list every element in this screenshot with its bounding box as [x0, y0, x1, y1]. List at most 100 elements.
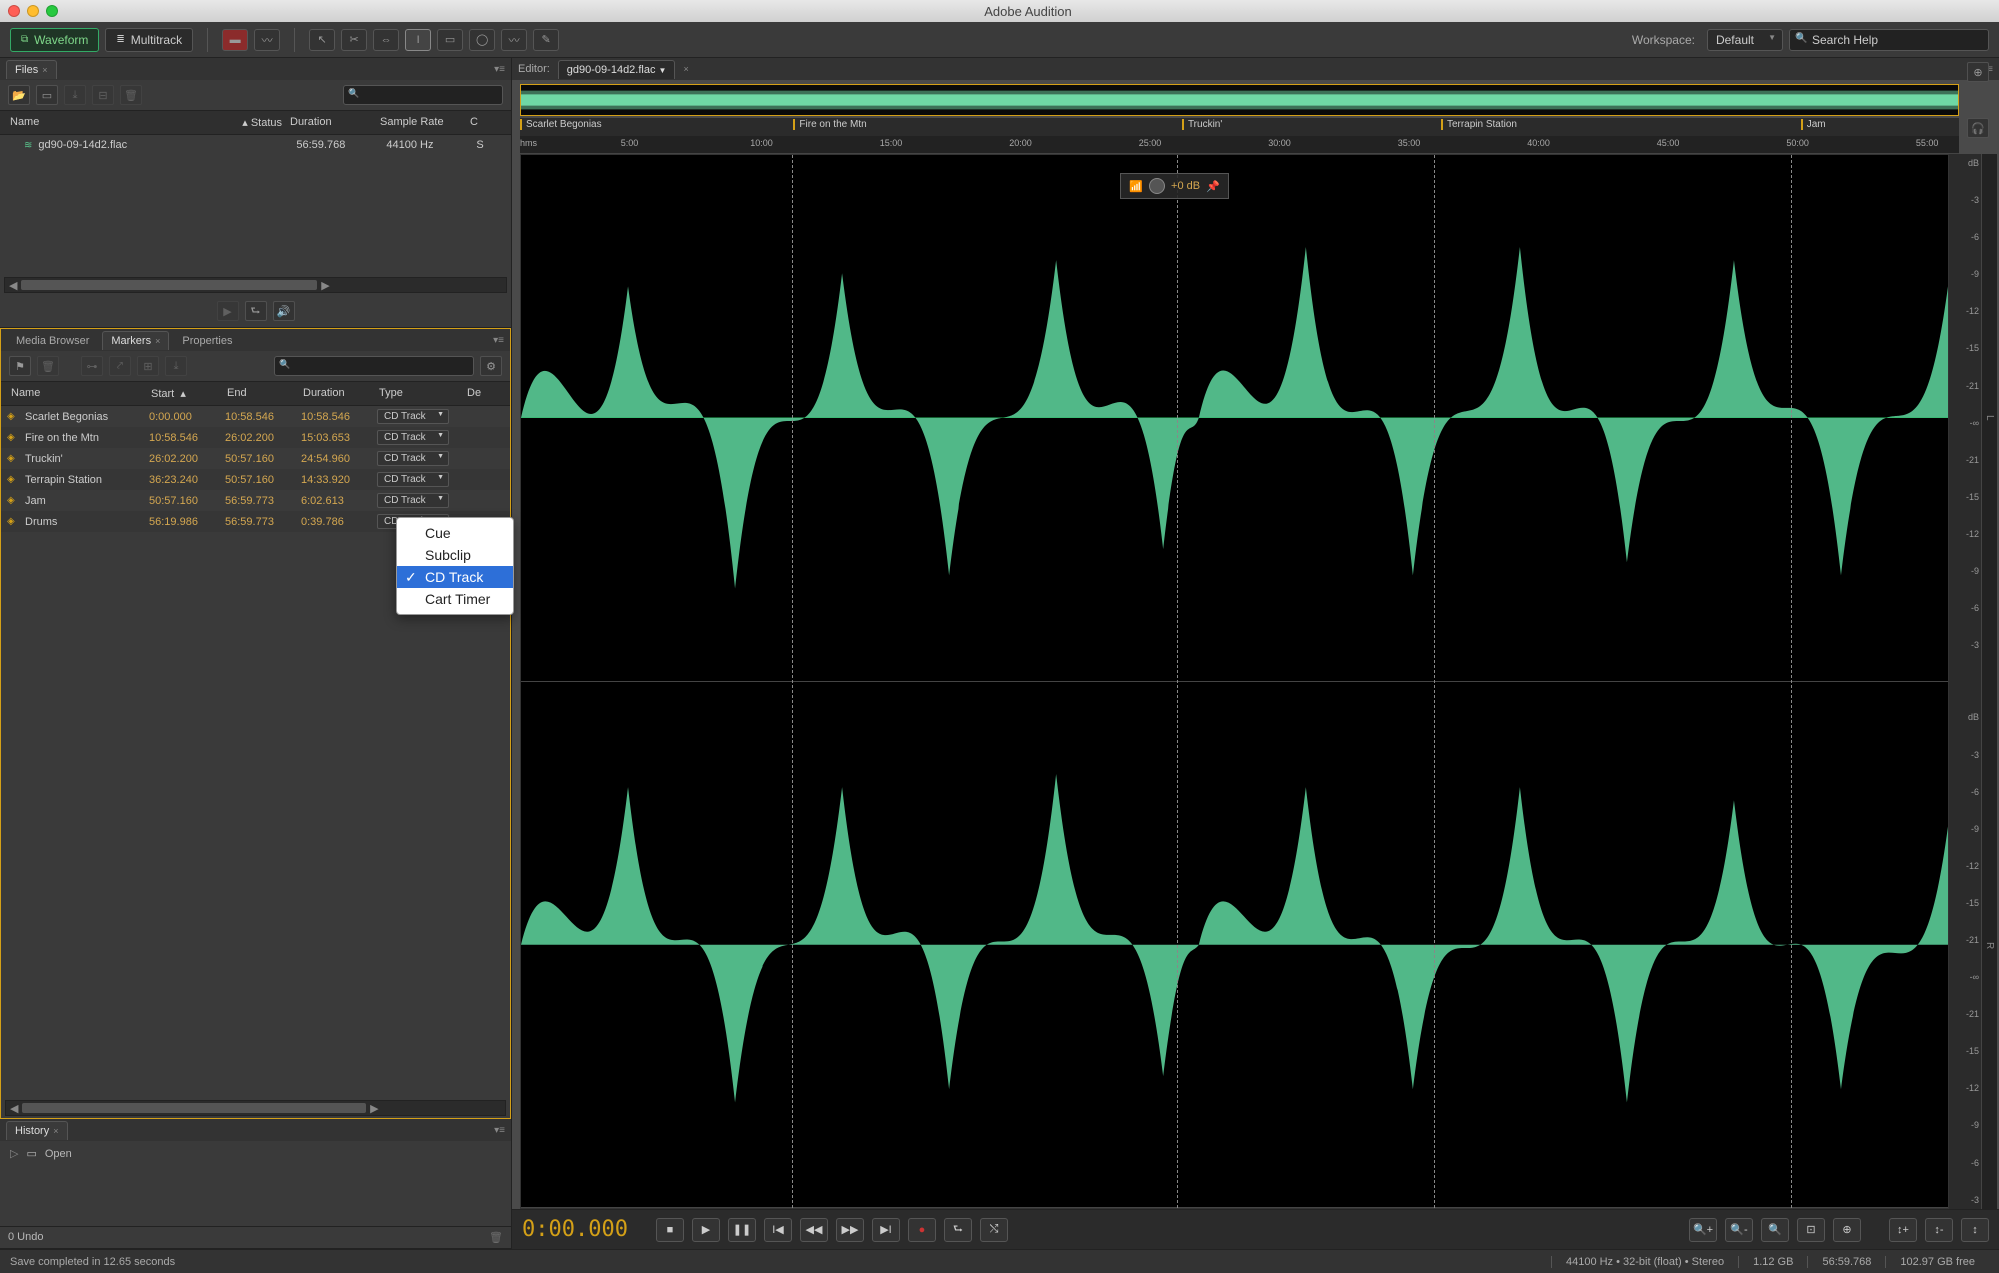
- tab-history[interactable]: History×: [6, 1121, 68, 1140]
- gain-hud[interactable]: 📶 +0 dB 📌: [1120, 173, 1228, 199]
- close-file-icon[interactable]: ⊟: [92, 85, 114, 105]
- zoom-selection-icon[interactable]: ⊡: [1797, 1218, 1825, 1242]
- timecode-display[interactable]: 0:00.000: [522, 1217, 628, 1242]
- play-button[interactable]: ▶: [692, 1218, 720, 1242]
- export-markers-icon[interactable]: ⤤: [109, 356, 131, 376]
- zoom-in-point-icon[interactable]: ⊕: [1833, 1218, 1861, 1242]
- help-search-input[interactable]: Search Help: [1789, 29, 1989, 51]
- waveform-overview[interactable]: [520, 84, 1959, 116]
- files-column-headers[interactable]: Name ▴ Status Duration Sample Rate C: [0, 110, 511, 135]
- editor-file-tab[interactable]: gd90-09-14d2.flac ▼: [558, 60, 676, 79]
- close-tab-icon[interactable]: ×: [53, 1126, 58, 1136]
- marker-row[interactable]: ◈ Scarlet Begonias 0:00.000 10:58.546 10…: [1, 406, 510, 427]
- rewind-button[interactable]: ◀◀: [800, 1218, 828, 1242]
- marker-type-dropdown[interactable]: CD Track: [377, 451, 449, 466]
- move-tool-icon[interactable]: ↖: [309, 29, 335, 51]
- zoom-reset-icon[interactable]: 🔍: [1761, 1218, 1789, 1242]
- goto-end-button[interactable]: ▶I: [872, 1218, 900, 1242]
- marker-row[interactable]: ◈ Terrapin Station 36:23.240 50:57.160 1…: [1, 469, 510, 490]
- marker-tag[interactable]: Jam: [1801, 119, 1830, 130]
- auto-play-icon[interactable]: ⮑: [245, 301, 267, 321]
- tab-files[interactable]: Files×: [6, 60, 57, 79]
- marker-tag[interactable]: Terrapin Station: [1441, 119, 1521, 130]
- markers-column-headers[interactable]: Name Start ▴ End Duration Type De: [1, 381, 510, 406]
- marker-row[interactable]: ◈ Truckin' 26:02.200 50:57.160 24:54.960…: [1, 448, 510, 469]
- preview-play-icon[interactable]: ▶: [217, 301, 239, 321]
- waveform-view-button[interactable]: ⧉Waveform: [10, 28, 99, 52]
- popup-item-cue[interactable]: Cue: [397, 522, 513, 544]
- delete-icon[interactable]: 🗑: [120, 85, 142, 105]
- razor-tool-icon[interactable]: ✂: [341, 29, 367, 51]
- minimize-window-icon[interactable]: [27, 5, 39, 17]
- waveform-display[interactable]: 📶 +0 dB 📌: [520, 154, 1949, 1209]
- new-file-icon[interactable]: ▭: [36, 85, 58, 105]
- stop-button[interactable]: ■: [656, 1218, 684, 1242]
- marker-tag[interactable]: Scarlet Begonias: [520, 119, 606, 130]
- export-audio-icon[interactable]: ⤓: [165, 356, 187, 376]
- goto-start-button[interactable]: I◀: [764, 1218, 792, 1242]
- skip-selection-button[interactable]: ⤭: [980, 1218, 1008, 1242]
- spectral-frequency-icon[interactable]: ▬: [222, 29, 248, 51]
- zoom-in-amp-icon[interactable]: ↕+: [1889, 1218, 1917, 1242]
- marker-type-dropdown[interactable]: CD Track: [377, 472, 449, 487]
- close-tab-icon[interactable]: ×: [42, 65, 47, 75]
- multitrack-view-button[interactable]: ≣Multitrack: [105, 28, 193, 52]
- pause-button[interactable]: ❚❚: [728, 1218, 756, 1242]
- time-selection-tool-icon[interactable]: I: [405, 29, 431, 51]
- popup-item-cd-track[interactable]: CD Track: [397, 566, 513, 588]
- panel-menu-icon[interactable]: ▾≡: [494, 1125, 505, 1136]
- marquee-tool-icon[interactable]: ▭: [437, 29, 463, 51]
- popup-item-subclip[interactable]: Subclip: [397, 544, 513, 566]
- healing-brush-icon[interactable]: ✎: [533, 29, 559, 51]
- forward-button[interactable]: ▶▶: [836, 1218, 864, 1242]
- zoom-out-amp-icon[interactable]: ↕-: [1925, 1218, 1953, 1242]
- workspace-dropdown[interactable]: Default: [1707, 29, 1783, 51]
- marker-row[interactable]: ◈ Fire on the Mtn 10:58.546 26:02.200 15…: [1, 427, 510, 448]
- loop-button[interactable]: ⮑: [944, 1218, 972, 1242]
- file-row[interactable]: ≋ gd90-09-14d2.flac 56:59.768 44100 Hz S: [0, 135, 511, 155]
- trash-icon[interactable]: 🗑: [489, 1231, 503, 1244]
- marker-track[interactable]: Scarlet Begonias Fire on the Mtn Truckin…: [520, 118, 1959, 136]
- record-button[interactable]: ●: [908, 1218, 936, 1242]
- panel-menu-icon[interactable]: ▾≡: [493, 335, 504, 346]
- dropdown-icon[interactable]: ▼: [659, 66, 667, 75]
- time-ruler[interactable]: hms 5:00 10:00 15:00 20:00 25:00 30:00 3…: [520, 136, 1959, 154]
- marker-tag[interactable]: Truckin': [1182, 119, 1226, 130]
- open-file-icon[interactable]: 📂: [8, 85, 30, 105]
- history-item[interactable]: ▷ ▭ Open: [10, 1147, 501, 1160]
- close-window-icon[interactable]: [8, 5, 20, 17]
- markers-settings-icon[interactable]: ⚙: [480, 356, 502, 376]
- pin-icon[interactable]: 📌: [1206, 180, 1220, 193]
- lasso-tool-icon[interactable]: ◯: [469, 29, 495, 51]
- channel-left-label[interactable]: L: [1981, 154, 1997, 682]
- marker-tag[interactable]: Fire on the Mtn: [793, 119, 870, 130]
- slip-tool-icon[interactable]: ⇔: [373, 29, 399, 51]
- channel-right-label[interactable]: R: [1981, 682, 1997, 1210]
- zoom-window-icon[interactable]: [46, 5, 58, 17]
- tab-media-browser[interactable]: Media Browser: [7, 331, 98, 350]
- marker-type-dropdown[interactable]: CD Track: [377, 430, 449, 445]
- insert-markers-icon[interactable]: ⊞: [137, 356, 159, 376]
- marker-row[interactable]: ◈ Jam 50:57.160 56:59.773 6:02.613 CD Tr…: [1, 490, 510, 511]
- loop-preview-icon[interactable]: 🔊: [273, 301, 295, 321]
- zoom-in-time-icon[interactable]: 🔍+: [1689, 1218, 1717, 1242]
- zoom-reset-amp-icon[interactable]: ↕: [1961, 1218, 1989, 1242]
- close-tab-icon[interactable]: ×: [683, 64, 688, 74]
- marker-type-dropdown[interactable]: CD Track: [377, 409, 449, 424]
- import-icon[interactable]: ⤓: [64, 85, 86, 105]
- tab-markers[interactable]: Markers×: [102, 331, 169, 350]
- merge-markers-icon[interactable]: ⊶: [81, 356, 103, 376]
- delete-marker-icon[interactable]: 🗑: [37, 356, 59, 376]
- marker-type-dropdown[interactable]: CD Track: [377, 493, 449, 508]
- tab-properties[interactable]: Properties: [173, 331, 241, 350]
- add-marker-icon[interactable]: ⚑: [9, 356, 31, 376]
- panel-menu-icon[interactable]: ▾≡: [494, 64, 505, 75]
- headphones-icon[interactable]: 🎧: [1967, 118, 1989, 138]
- brush-tool-icon[interactable]: 〰: [501, 29, 527, 51]
- gain-knob-icon[interactable]: [1149, 178, 1165, 194]
- zoom-out-time-icon[interactable]: 🔍-: [1725, 1218, 1753, 1242]
- popup-item-cart-timer[interactable]: Cart Timer: [397, 588, 513, 610]
- files-h-scrollbar[interactable]: ◀▶: [4, 277, 507, 293]
- files-search-input[interactable]: [343, 85, 503, 105]
- close-tab-icon[interactable]: ×: [155, 336, 160, 346]
